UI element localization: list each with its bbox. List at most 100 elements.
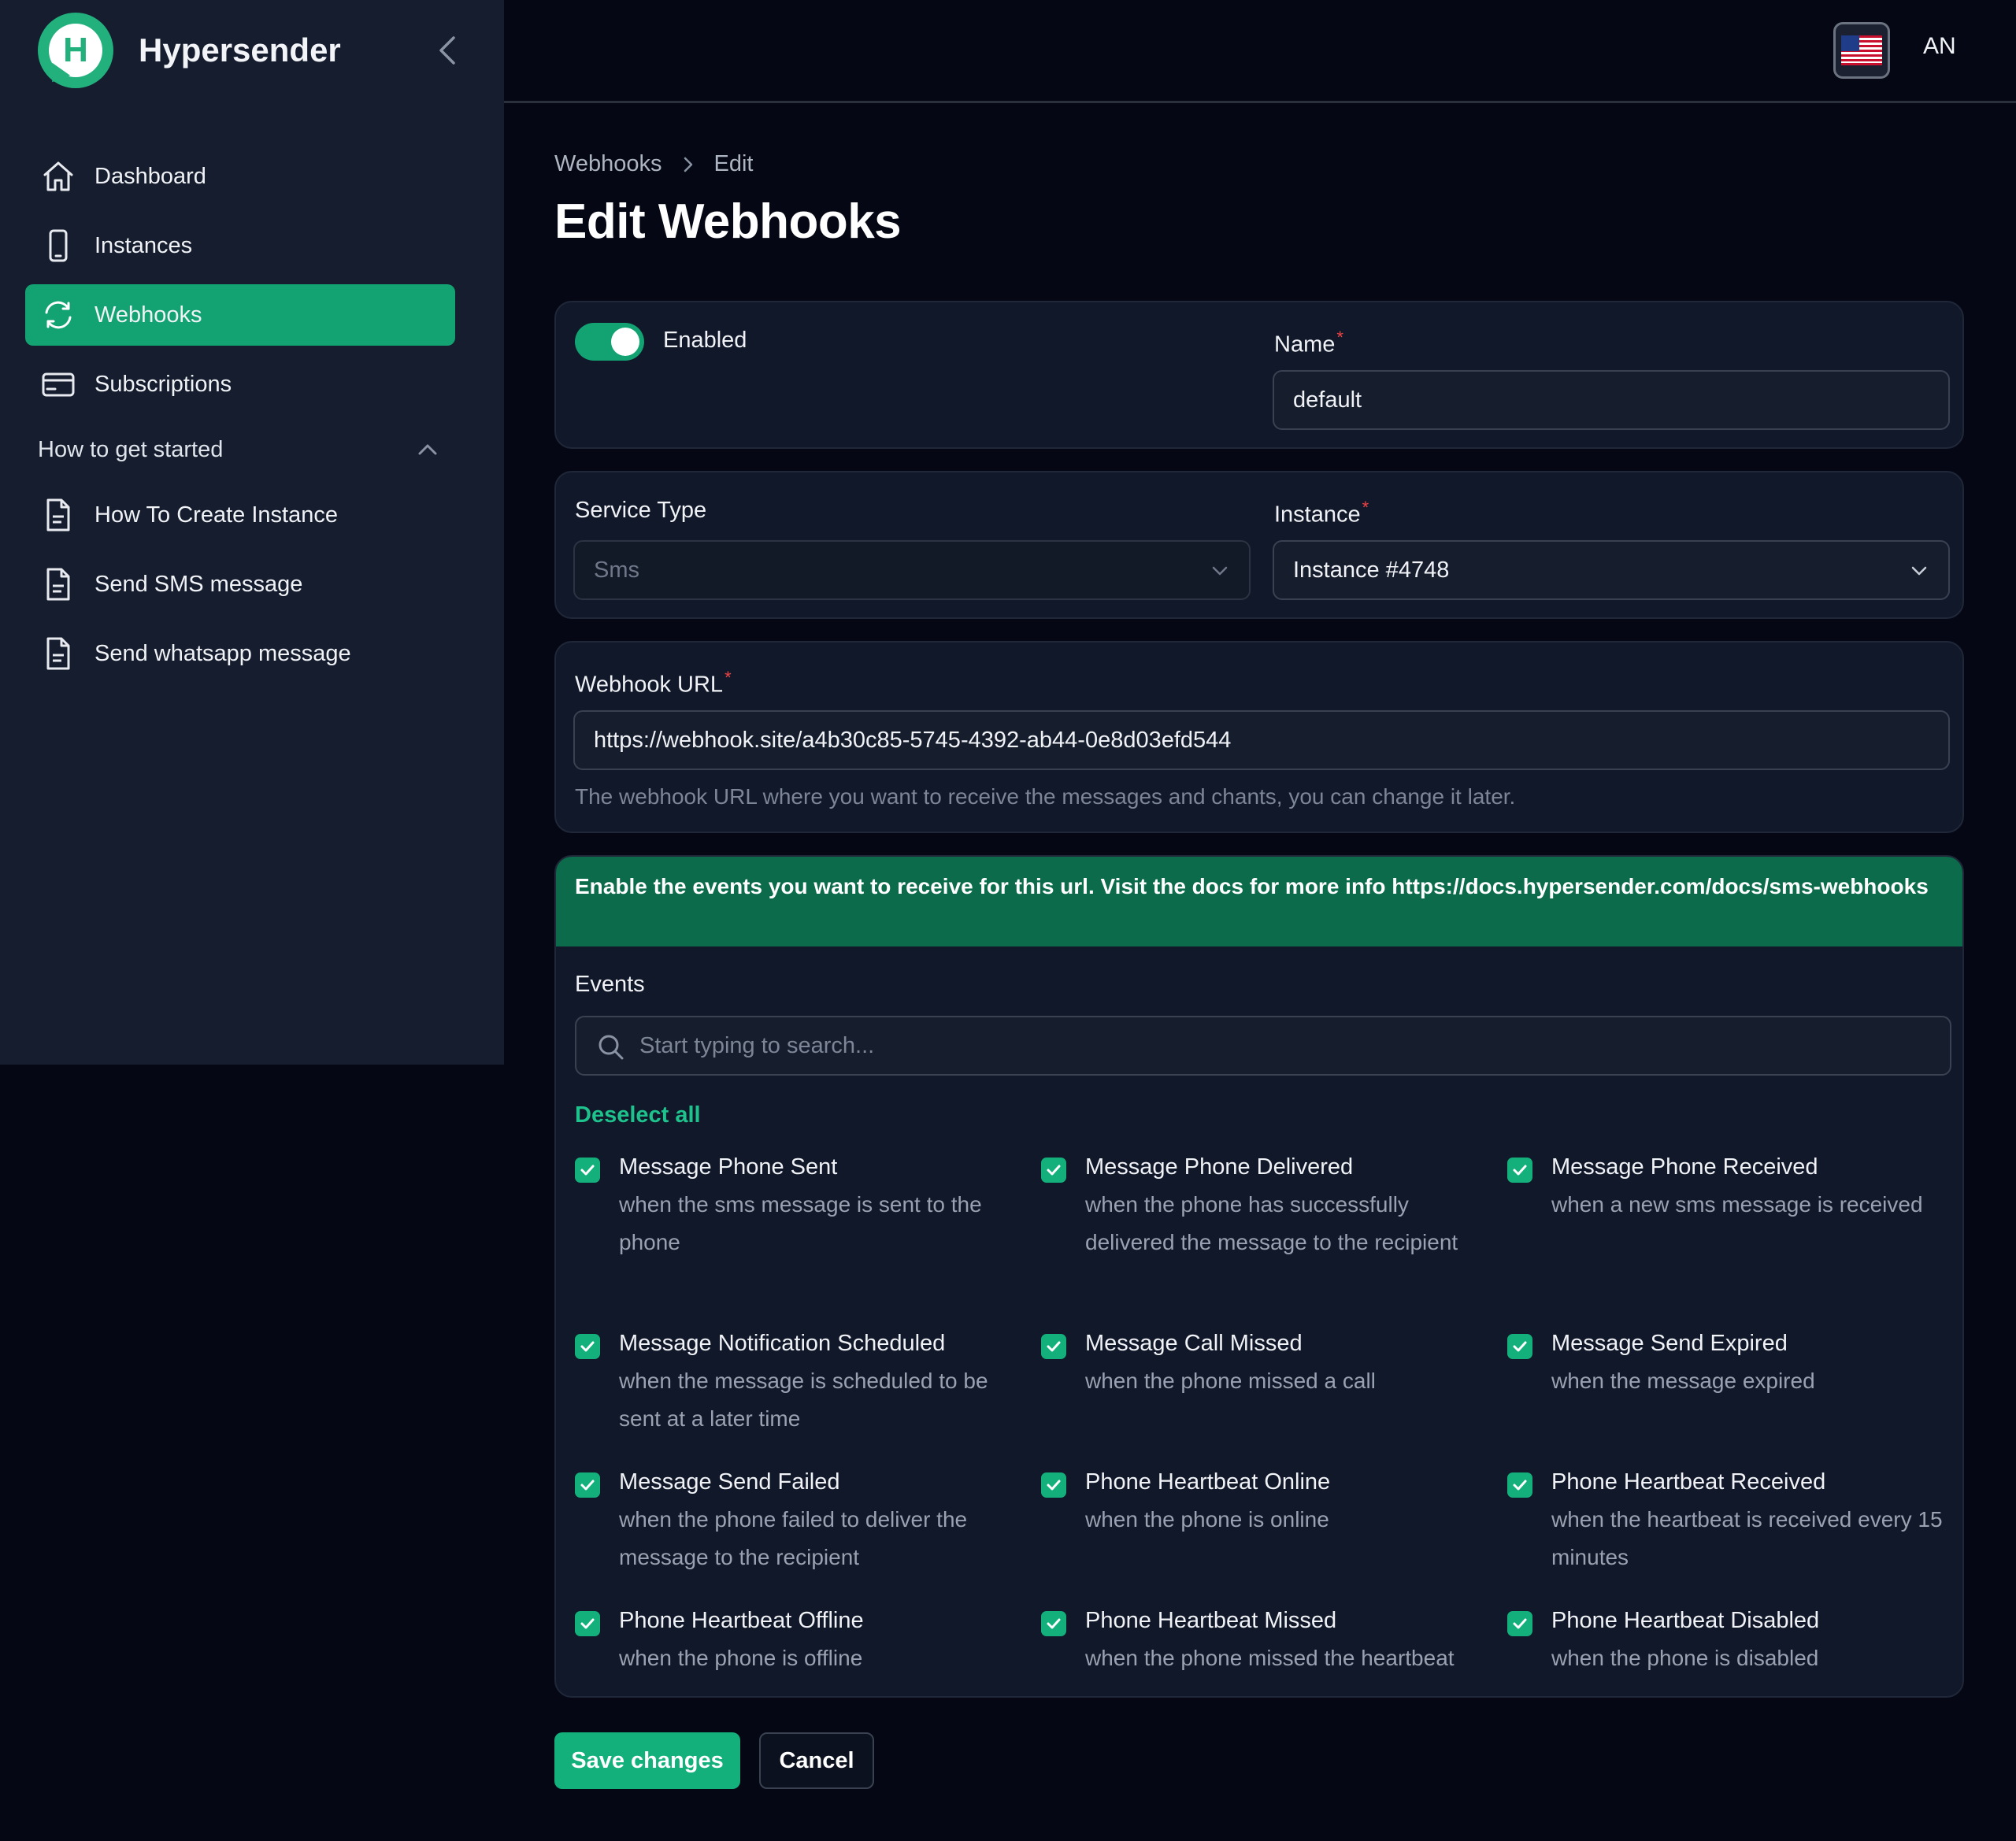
service-type-label: Service Type bbox=[575, 498, 707, 523]
save-changes-button[interactable]: Save changes bbox=[554, 1732, 740, 1789]
events-label: Events bbox=[575, 972, 645, 997]
general-card: Enabled Name* default bbox=[554, 301, 1964, 449]
sidebar-collapse-button[interactable] bbox=[432, 31, 463, 69]
refresh-icon bbox=[39, 296, 77, 334]
checkbox[interactable] bbox=[1507, 1334, 1532, 1359]
webhook-url-value: https://webhook.site/a4b30c85-5745-4392-… bbox=[594, 727, 1232, 753]
check-icon bbox=[580, 1165, 595, 1176]
event-title: Message Phone Received bbox=[1551, 1154, 1818, 1180]
deselect-all-link[interactable]: Deselect all bbox=[575, 1102, 701, 1128]
chevron-down-icon bbox=[1911, 566, 1927, 576]
sidebar-item-label: How To Create Instance bbox=[94, 502, 338, 528]
topbar: AN bbox=[504, 0, 2016, 103]
sidebar-item-label: Instances bbox=[94, 232, 193, 258]
sidebar-item-label: Dashboard bbox=[94, 163, 206, 189]
sidebar-item-dashboard[interactable]: Dashboard bbox=[25, 146, 455, 207]
sidebar-item-how-to-create-instance[interactable]: How To Create Instance bbox=[25, 484, 455, 546]
events-info-banner: Enable the events you want to receive fo… bbox=[556, 857, 1962, 946]
brand[interactable]: H Hypersender bbox=[38, 13, 341, 89]
event-title: Phone Heartbeat Received bbox=[1551, 1469, 1826, 1495]
service-type-select[interactable]: Sms bbox=[573, 540, 1251, 600]
breadcrumb-parent[interactable]: Webhooks bbox=[554, 151, 662, 177]
checkbox[interactable] bbox=[1041, 1472, 1066, 1498]
event-description: when the message expired bbox=[1551, 1369, 1815, 1393]
breadcrumb: Webhooks Edit bbox=[554, 151, 753, 177]
checkbox[interactable] bbox=[1507, 1158, 1532, 1183]
checkbox[interactable] bbox=[575, 1158, 600, 1183]
event-description: when the phone is offline bbox=[619, 1646, 863, 1670]
cancel-button[interactable]: Cancel bbox=[759, 1732, 874, 1789]
check-icon bbox=[1047, 1341, 1061, 1352]
logo-icon: H bbox=[38, 13, 113, 89]
enabled-toggle[interactable] bbox=[575, 323, 644, 361]
user-avatar[interactable]: AN bbox=[1923, 33, 1956, 60]
events-search-input[interactable]: Start typing to search... bbox=[575, 1016, 1951, 1076]
sidebar-item-subscriptions[interactable]: Subscriptions bbox=[25, 354, 455, 415]
events-search-placeholder: Start typing to search... bbox=[639, 1032, 875, 1058]
checkbox[interactable] bbox=[1507, 1611, 1532, 1636]
event-title: Message Call Missed bbox=[1085, 1331, 1303, 1356]
document-icon bbox=[39, 565, 77, 603]
sidebar-item-label: Subscriptions bbox=[94, 371, 232, 397]
check-icon bbox=[1047, 1618, 1061, 1629]
credit-card-icon bbox=[39, 365, 77, 403]
home-icon bbox=[39, 157, 77, 195]
check-icon bbox=[580, 1618, 595, 1629]
app-name: Hypersender bbox=[139, 31, 341, 69]
page-title: Edit Webhooks bbox=[554, 194, 902, 249]
checkbox[interactable] bbox=[1507, 1472, 1532, 1498]
sidebar: H Hypersender Dashboard Instances Webhoo… bbox=[0, 0, 504, 1065]
name-label: Name* bbox=[1274, 328, 1343, 358]
instance-label-text: Instance bbox=[1274, 502, 1361, 528]
phone-icon bbox=[39, 227, 77, 265]
event-description: when the heartbeat is received every 15 … bbox=[1551, 1507, 1943, 1569]
us-flag-icon bbox=[1841, 35, 1882, 65]
event-title: Phone Heartbeat Online bbox=[1085, 1469, 1331, 1495]
event-title: Phone Heartbeat Disabled bbox=[1551, 1608, 1820, 1633]
event-description: when the sms message is sent to the phon… bbox=[619, 1192, 982, 1254]
name-input[interactable]: default bbox=[1273, 370, 1950, 430]
checkbox[interactable] bbox=[575, 1334, 600, 1359]
checkbox[interactable] bbox=[1041, 1611, 1066, 1636]
instance-select[interactable]: Instance #4748 bbox=[1273, 540, 1950, 600]
sidebar-item-label: Send whatsapp message bbox=[94, 640, 351, 666]
chevron-right-icon bbox=[683, 156, 694, 173]
sidebar-item-instances[interactable]: Instances bbox=[25, 215, 455, 276]
required-mark: * bbox=[724, 668, 732, 687]
event-description: when the phone missed a call bbox=[1085, 1369, 1376, 1393]
sidebar-item-send-whatsapp-message[interactable]: Send whatsapp message bbox=[25, 623, 455, 684]
chevron-up-icon bbox=[418, 444, 437, 455]
event-title: Message Notification Scheduled bbox=[619, 1331, 946, 1356]
check-icon bbox=[1513, 1480, 1527, 1491]
language-switcher[interactable] bbox=[1833, 22, 1890, 79]
instance-value: Instance #4748 bbox=[1293, 557, 1450, 583]
event-description: when the phone is disabled bbox=[1551, 1646, 1819, 1670]
sidebar-item-webhooks[interactable]: Webhooks bbox=[25, 284, 455, 346]
required-mark: * bbox=[1336, 328, 1343, 347]
check-icon bbox=[1513, 1618, 1527, 1629]
checkbox[interactable] bbox=[1041, 1158, 1066, 1183]
check-icon bbox=[1047, 1165, 1061, 1176]
service-type-value: Sms bbox=[594, 557, 639, 583]
event-description: when the phone is online bbox=[1085, 1507, 1329, 1532]
checkbox[interactable] bbox=[1041, 1334, 1066, 1359]
event-title: Phone Heartbeat Missed bbox=[1085, 1608, 1337, 1633]
event-description: when the phone has successfully delivere… bbox=[1085, 1192, 1458, 1254]
event-title: Message Send Failed bbox=[619, 1469, 840, 1495]
required-mark: * bbox=[1362, 498, 1369, 517]
webhook-url-input[interactable]: https://webhook.site/a4b30c85-5745-4392-… bbox=[573, 710, 1950, 770]
sidebar-group-how-to-get-started[interactable]: How to get started bbox=[25, 423, 455, 476]
name-label-text: Name bbox=[1274, 332, 1336, 357]
checkbox[interactable] bbox=[575, 1472, 600, 1498]
webhook-url-hint: The webhook URL where you want to receiv… bbox=[575, 784, 1516, 809]
check-icon bbox=[1047, 1480, 1061, 1491]
chevron-down-icon bbox=[1212, 566, 1228, 576]
sidebar-item-label: Send SMS message bbox=[94, 571, 303, 597]
sidebar-item-send-sms-message[interactable]: Send SMS message bbox=[25, 554, 455, 615]
check-icon bbox=[580, 1480, 595, 1491]
webhook-url-label: Webhook URL* bbox=[575, 668, 732, 698]
sidebar-nav: Dashboard Instances Webhooks Subscriptio… bbox=[25, 146, 455, 692]
event-description: when the phone missed the heartbeat bbox=[1085, 1646, 1455, 1670]
webhook-url-label-text: Webhook URL bbox=[575, 672, 724, 698]
checkbox[interactable] bbox=[575, 1611, 600, 1636]
